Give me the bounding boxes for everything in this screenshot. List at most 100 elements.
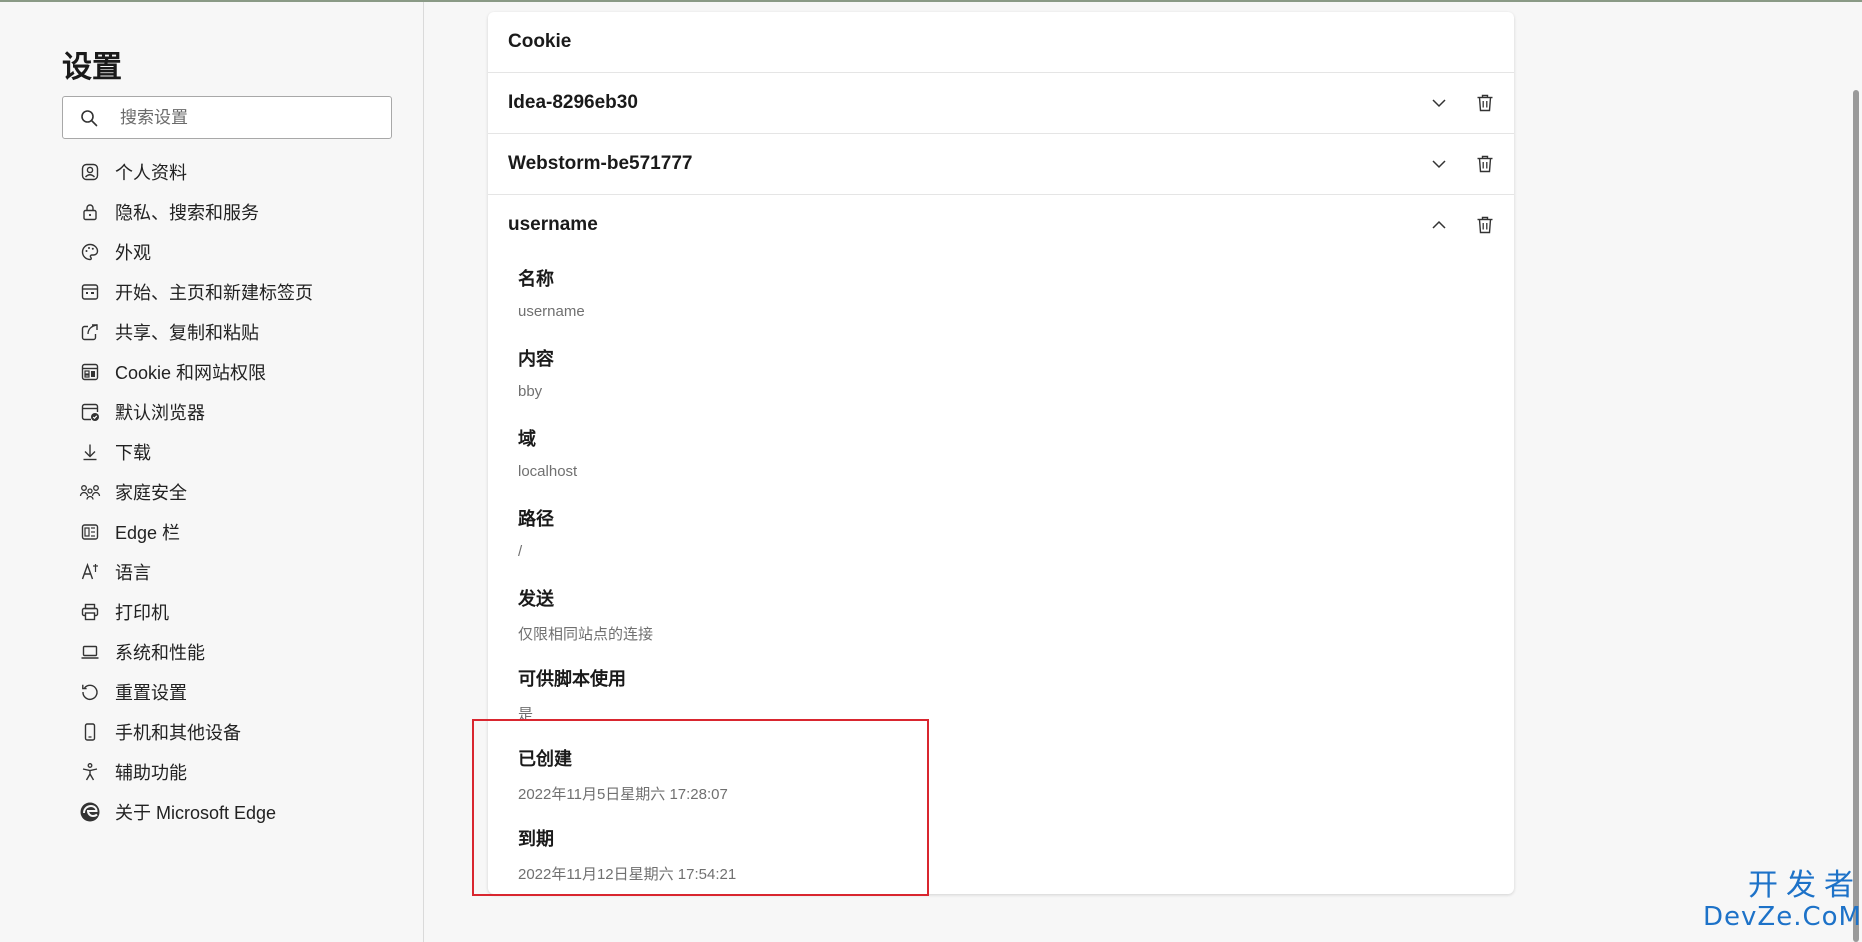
cookie-name: username bbox=[508, 214, 598, 235]
detail-value: 2022年11月5日星期六 17:28:07 bbox=[518, 786, 728, 803]
reset-icon bbox=[77, 679, 103, 705]
chevron-up-icon[interactable] bbox=[1425, 211, 1453, 239]
accessibility-icon bbox=[77, 759, 103, 785]
sidebar-item-label: 默认浏览器 bbox=[115, 403, 205, 423]
detail-label: 已创建 bbox=[518, 749, 572, 769]
sidebar-item-label: 开始、主页和新建标签页 bbox=[115, 283, 313, 303]
sidebar-item-phone[interactable]: 手机和其他设备 bbox=[62, 712, 402, 752]
scrollbar[interactable] bbox=[1853, 90, 1859, 942]
share-icon bbox=[77, 319, 103, 345]
sidebar-item-reset[interactable]: 重置设置 bbox=[62, 672, 402, 712]
cookie-card: Cookie Idea-8296eb30 Webstorm-be571777 u… bbox=[488, 12, 1514, 894]
sidebar-item-accessibility[interactable]: 辅助功能 bbox=[62, 752, 402, 792]
sidebar-item-label: 关于 Microsoft Edge bbox=[115, 803, 277, 823]
cookie-card-header: Cookie bbox=[488, 12, 1514, 73]
sidebar-item-label: 打印机 bbox=[115, 603, 169, 623]
sidebar-item-label: 重置设置 bbox=[115, 683, 187, 703]
detail-script-access: 可供脚本使用 是 bbox=[518, 655, 1514, 735]
detail-name: 名称 username bbox=[518, 255, 1514, 335]
cookie-name: Idea-8296eb30 bbox=[508, 92, 638, 113]
sidebar-item-printers[interactable]: 打印机 bbox=[62, 592, 402, 632]
detail-created: 已创建 2022年11月5日星期六 17:28:07 bbox=[518, 735, 1514, 815]
laptop-icon bbox=[77, 639, 103, 665]
sidebar-item-share[interactable]: 共享、复制和粘贴 bbox=[62, 312, 402, 352]
trash-icon[interactable] bbox=[1471, 211, 1499, 239]
sidebar-item-privacy[interactable]: 隐私、搜索和服务 bbox=[62, 192, 402, 232]
phone-icon bbox=[77, 719, 103, 745]
home-page-icon bbox=[77, 279, 103, 305]
chevron-down-icon[interactable] bbox=[1425, 150, 1453, 178]
sidebar-item-label: 家庭安全 bbox=[115, 483, 187, 503]
trash-icon[interactable] bbox=[1471, 89, 1499, 117]
cookie-row-expanded[interactable]: username bbox=[488, 195, 1514, 255]
watermark-cn: 开发者 bbox=[1748, 868, 1862, 903]
sidebar-item-appearance[interactable]: 外观 bbox=[62, 232, 402, 272]
cookie-details: 名称 username 内容 bby 域 localhost 路径 / 发送 仅… bbox=[488, 255, 1514, 895]
sidebar-item-label: 外观 bbox=[115, 243, 151, 263]
sidebar-item-label: 下载 bbox=[115, 443, 151, 463]
detail-send: 发送 仅限相同站点的连接 bbox=[518, 575, 1514, 655]
sidebar-item-profile[interactable]: 个人资料 bbox=[62, 152, 402, 192]
detail-path: 路径 / bbox=[518, 495, 1514, 575]
detail-value: 是 bbox=[518, 706, 534, 723]
watermark-en: DevZe.CoM bbox=[1703, 902, 1862, 932]
sidebar-item-label: Cookie 和网站权限 bbox=[115, 363, 267, 383]
sidebar-item-languages[interactable]: 语言 bbox=[62, 552, 402, 592]
detail-value: bby bbox=[518, 383, 543, 400]
download-icon bbox=[77, 439, 103, 465]
sidebar-item-start-home[interactable]: 开始、主页和新建标签页 bbox=[62, 272, 402, 312]
detail-label: 到期 bbox=[518, 829, 554, 849]
chevron-down-icon[interactable] bbox=[1425, 89, 1453, 117]
sidebar-item-about[interactable]: 关于 Microsoft Edge bbox=[62, 792, 402, 832]
sidebar-item-downloads[interactable]: 下载 bbox=[62, 432, 402, 472]
sidebar-item-label: 辅助功能 bbox=[115, 763, 187, 783]
detail-value: / bbox=[518, 543, 523, 560]
sidebar-item-label: 共享、复制和粘贴 bbox=[115, 323, 259, 343]
settings-sidebar: 设置 个人资料 隐私、搜索和服务 外观 bbox=[0, 2, 424, 942]
trash-icon[interactable] bbox=[1471, 150, 1499, 178]
sidebar-item-family-safety[interactable]: 家庭安全 bbox=[62, 472, 402, 512]
detail-label: 路径 bbox=[518, 509, 554, 529]
cookie-row[interactable]: Idea-8296eb30 bbox=[488, 73, 1514, 134]
printer-icon bbox=[77, 599, 103, 625]
detail-value: username bbox=[518, 303, 585, 320]
sidebar-item-label: 系统和性能 bbox=[115, 643, 205, 663]
default-browser-icon bbox=[77, 399, 103, 425]
detail-label: 可供脚本使用 bbox=[518, 669, 626, 689]
sidebar-item-system[interactable]: 系统和性能 bbox=[62, 632, 402, 672]
site-permissions-icon bbox=[77, 359, 103, 385]
sidebar-item-label: 手机和其他设备 bbox=[115, 723, 241, 743]
edge-bar-icon bbox=[77, 519, 103, 545]
search-icon bbox=[81, 110, 98, 127]
detail-content: 内容 bby bbox=[518, 335, 1514, 415]
detail-value: 2022年11月12日星期六 17:54:21 bbox=[518, 866, 737, 883]
detail-label: 域 bbox=[518, 429, 536, 449]
sidebar-item-default-browser[interactable]: 默认浏览器 bbox=[62, 392, 402, 432]
sidebar-item-cookies[interactable]: Cookie 和网站权限 bbox=[62, 352, 402, 392]
cookie-row[interactable]: Webstorm-be571777 bbox=[488, 134, 1514, 195]
edge-logo-icon bbox=[77, 799, 103, 825]
detail-value: localhost bbox=[518, 463, 578, 480]
watermark-logo: 开发者 DevZe.CoM bbox=[1700, 868, 1862, 933]
sidebar-nav: 个人资料 隐私、搜索和服务 外观 开始、主页和新建标签页 共享、复制和粘贴 Co… bbox=[62, 152, 402, 832]
cookie-name: Webstorm-be571777 bbox=[508, 153, 693, 174]
sidebar-item-label: 语言 bbox=[115, 563, 151, 583]
sidebar-title: 设置 bbox=[62, 51, 122, 84]
detail-value: 仅限相同站点的连接 bbox=[518, 626, 654, 643]
search-input[interactable] bbox=[118, 105, 382, 131]
detail-expires: 到期 2022年11月12日星期六 17:54:21 bbox=[518, 815, 1514, 895]
language-icon bbox=[77, 559, 103, 585]
sidebar-item-edge-bar[interactable]: Edge 栏 bbox=[62, 512, 402, 552]
detail-label: 发送 bbox=[518, 589, 554, 609]
family-icon bbox=[77, 479, 103, 505]
detail-label: 内容 bbox=[518, 349, 554, 369]
sidebar-item-label: 隐私、搜索和服务 bbox=[115, 203, 259, 223]
card-title: Cookie bbox=[508, 31, 572, 52]
sidebar-item-label: 个人资料 bbox=[115, 163, 187, 183]
palette-icon bbox=[77, 239, 103, 265]
sidebar-item-label: Edge 栏 bbox=[115, 523, 181, 543]
lock-icon bbox=[77, 199, 103, 225]
profile-icon bbox=[77, 159, 103, 185]
detail-domain: 域 localhost bbox=[518, 415, 1514, 495]
search-settings-box[interactable] bbox=[62, 96, 392, 139]
